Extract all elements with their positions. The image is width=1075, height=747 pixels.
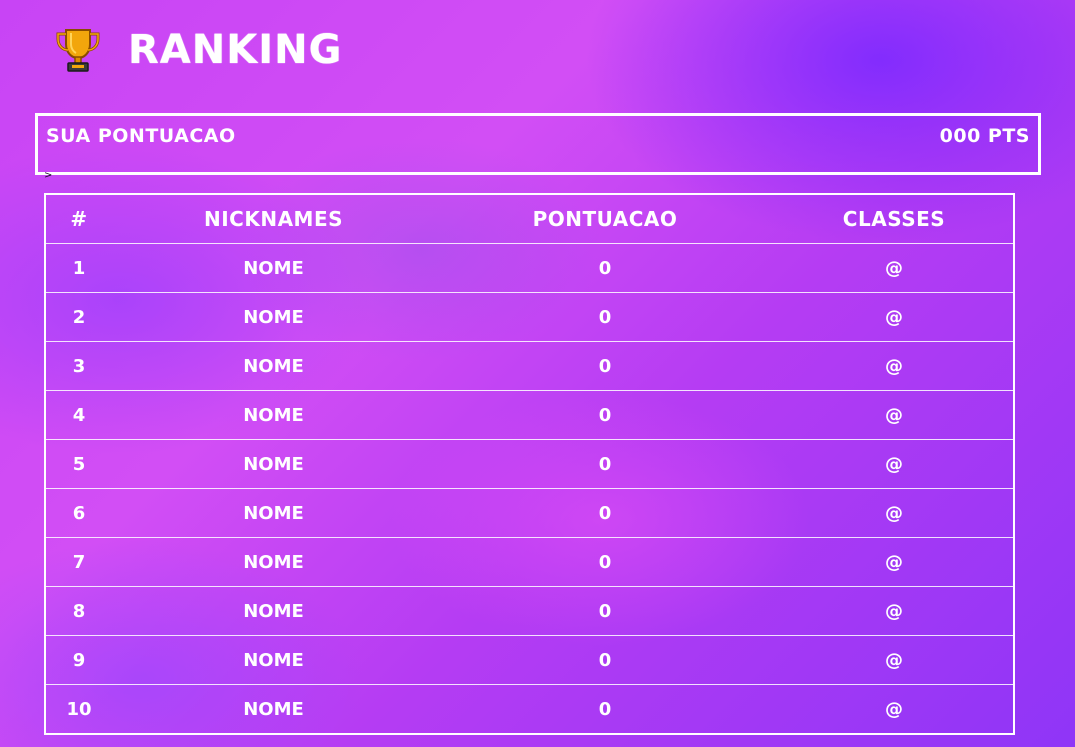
nickname-cell: NOME xyxy=(112,243,435,293)
rank-cell: 1 xyxy=(46,243,112,293)
points-cell: 0 xyxy=(435,439,775,489)
table-row: 10 NOME 0 @ xyxy=(46,685,1013,734)
table-row: 6 NOME 0 @ xyxy=(46,488,1013,538)
class-cell: @ xyxy=(775,439,1013,489)
rank-cell: 2 xyxy=(46,292,112,342)
points-cell: 0 xyxy=(435,586,775,636)
nickname-cell: NOME xyxy=(112,390,435,440)
trophy-icon xyxy=(56,29,100,72)
rank-cell: 3 xyxy=(46,341,112,391)
header-points: PONTUACAO xyxy=(435,195,775,244)
header-rank: # xyxy=(46,195,112,244)
rank-cell: 9 xyxy=(46,635,112,685)
table-row: 4 NOME 0 @ xyxy=(46,390,1013,440)
user-score-box: SUA PONTUACAO 000 PTS xyxy=(35,113,1041,175)
page-header: RANKING xyxy=(52,22,342,78)
nickname-cell: NOME xyxy=(112,292,435,342)
class-cell: @ xyxy=(775,537,1013,587)
points-cell: 0 xyxy=(598,698,612,720)
class-cell: @ xyxy=(775,586,1013,636)
points-cell: 0 xyxy=(435,292,775,342)
rank-cell: 5 xyxy=(46,439,112,489)
table-row: 9 NOME 0 @ xyxy=(46,635,1013,685)
points-cell: 0 xyxy=(435,243,775,293)
table-row: 2 NOME 0 @ xyxy=(46,292,1013,342)
nickname-cell: NOME xyxy=(112,488,435,538)
class-cell: @ xyxy=(775,488,1013,538)
points-cell: 0 xyxy=(435,488,775,538)
points-cell: 0 xyxy=(435,390,775,440)
table-row: 8 NOME 0 @ xyxy=(46,586,1013,636)
header-classes: CLASSES xyxy=(775,195,1013,244)
table-row: 5 NOME 0 @ xyxy=(46,439,1013,489)
class-cell: @ xyxy=(775,635,1013,685)
class-cell: @ xyxy=(885,698,903,720)
class-cell: @ xyxy=(775,390,1013,440)
score-label: SUA PONTUACAO xyxy=(46,125,236,147)
nickname-cell: NOME xyxy=(112,586,435,636)
ranking-table: # NICKNAMES PONTUACAO CLASSES 1 NOME 0 @… xyxy=(44,193,1015,735)
page-title: RANKING xyxy=(128,27,343,73)
nickname-cell: NOME xyxy=(243,698,304,720)
table-header-row: # NICKNAMES PONTUACAO CLASSES xyxy=(46,195,1013,244)
header-nicknames: NICKNAMES xyxy=(112,195,435,244)
points-cell: 0 xyxy=(435,537,775,587)
score-value: 000 PTS xyxy=(939,125,1030,147)
caret-marker: > xyxy=(44,170,53,181)
rank-cell: 6 xyxy=(46,488,112,538)
table-row: 7 NOME 0 @ xyxy=(46,537,1013,587)
class-cell: @ xyxy=(775,341,1013,391)
points-cell: 0 xyxy=(435,635,775,685)
rank-cell: 10 xyxy=(66,698,92,720)
nickname-cell: NOME xyxy=(112,439,435,489)
class-cell: @ xyxy=(775,292,1013,342)
nickname-cell: NOME xyxy=(112,635,435,685)
class-cell: @ xyxy=(775,243,1013,293)
table-row: 3 NOME 0 @ xyxy=(46,341,1013,391)
nickname-cell: NOME xyxy=(112,537,435,587)
table-row: 1 NOME 0 @ xyxy=(46,243,1013,293)
points-cell: 0 xyxy=(435,341,775,391)
nickname-cell: NOME xyxy=(112,341,435,391)
rank-cell: 8 xyxy=(46,586,112,636)
rank-cell: 4 xyxy=(46,390,112,440)
rank-cell: 7 xyxy=(46,537,112,587)
